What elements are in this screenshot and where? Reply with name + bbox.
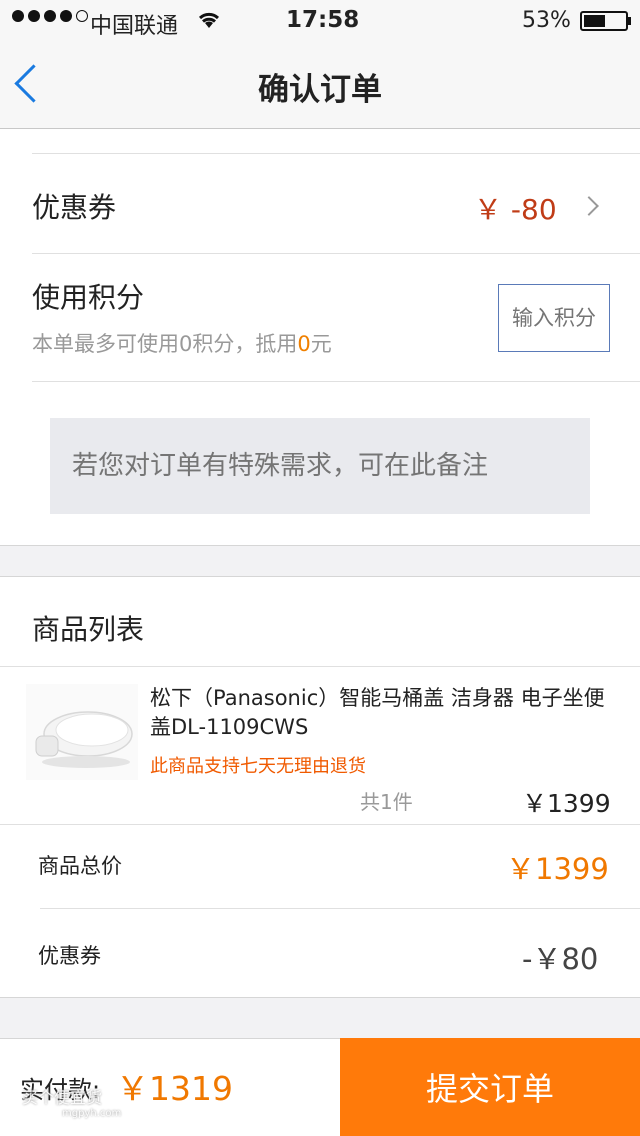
amount-due-value: ￥1319 (116, 1069, 233, 1108)
discount-value: -￥80 (522, 942, 599, 976)
battery-icon (580, 11, 628, 31)
order-remark-input[interactable] (50, 418, 590, 514)
status-time: 17:58 (286, 7, 360, 33)
total-price-label: 商品总价 (38, 854, 122, 878)
product-quantity: 共1件 (360, 790, 413, 814)
coupon-label: 优惠券 (32, 191, 117, 224)
watermark-url: mgpyh.com (62, 1108, 122, 1119)
points-desc-suffix: 元 (310, 332, 332, 356)
wifi-icon (198, 12, 220, 28)
divider (32, 381, 640, 382)
points-input[interactable] (498, 284, 610, 352)
product-list-title: 商品列表 (32, 613, 145, 646)
battery-tip (628, 17, 631, 25)
points-desc-prefix: 本单最多可使用0积分，抵用 (32, 332, 298, 356)
divider (40, 908, 640, 909)
battery-percent: 53% (522, 8, 571, 33)
watermark: 买个便宜货 (22, 1088, 103, 1107)
page-title: 确认订单 (258, 72, 382, 108)
points-desc-amount: 0 (297, 332, 311, 356)
product-name: 松下（Panasonic）智能马桶盖 洁身器 电子坐便盖DL-1109CWS (150, 686, 605, 739)
divider (0, 824, 640, 825)
points-label: 使用积分 (32, 281, 145, 314)
product-thumbnail (26, 684, 138, 780)
divider (32, 253, 640, 254)
carrier-name: 中国联通 (90, 14, 179, 39)
discount-label: 优惠券 (38, 944, 101, 968)
return-policy-note: 此商品支持七天无理由退货 (150, 756, 366, 777)
signal-strength-icon (12, 10, 88, 22)
battery-fill (584, 15, 605, 27)
submit-order-button[interactable]: 提交订单 (340, 1038, 640, 1136)
total-price-value: ￥1399 (506, 852, 609, 886)
coupon-value: ￥ -80 (474, 193, 557, 226)
points-description: 本单最多可使用0积分，抵用0元 (32, 328, 332, 358)
product-price: ￥1399 (522, 789, 611, 818)
